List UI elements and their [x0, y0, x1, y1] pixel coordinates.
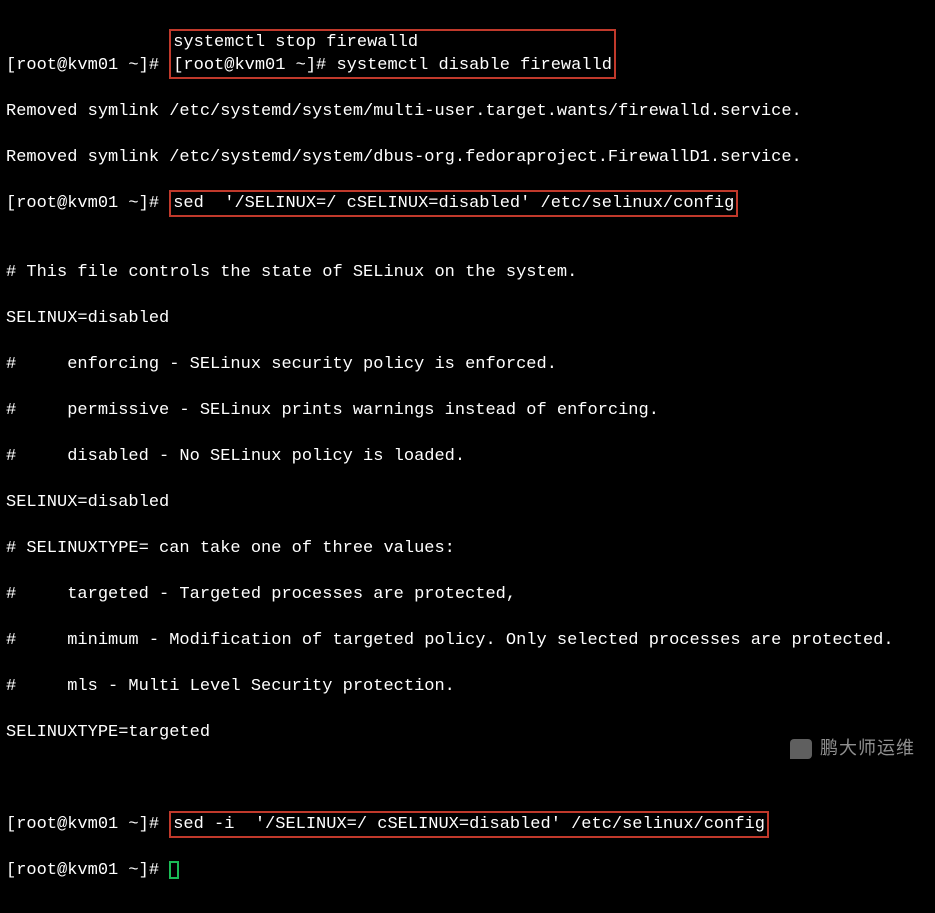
watermark-text: 鹏大师运维: [820, 737, 915, 760]
prompt-line: [root@kvm01 ~]# sed -i '/SELINUX=/ cSELI…: [6, 813, 929, 836]
command-highlight-3: sed -i '/SELINUX=/ cSELINUX=disabled' /e…: [169, 811, 769, 838]
shell-prompt: [root@kvm01 ~]#: [6, 815, 169, 834]
output-line: # minimum - Modification of targeted pol…: [6, 629, 929, 652]
output-line: # permissive - SELinux prints warnings i…: [6, 399, 929, 422]
output-line: # SELINUXTYPE= can take one of three val…: [6, 537, 929, 560]
output-line: # enforcing - SELinux security policy is…: [6, 353, 929, 376]
output-line: # disabled - No SELinux policy is loaded…: [6, 445, 929, 468]
output-line: SELINUX=disabled: [6, 491, 929, 514]
output-line: # This file controls the state of SELinu…: [6, 261, 929, 284]
prompt-line: [root@kvm01 ~]#: [6, 859, 929, 882]
output-line: Removed symlink /etc/systemd/system/dbus…: [6, 146, 929, 169]
shell-prompt: [root@kvm01 ~]#: [6, 194, 169, 213]
shell-prompt: [root@kvm01 ~]#: [173, 56, 336, 75]
command-highlight-1: systemctl stop firewalld [root@kvm01 ~]#…: [169, 29, 616, 79]
cmd-stop-firewalld: systemctl stop firewalld: [173, 33, 418, 52]
shell-prompt: [root@kvm01 ~]#: [6, 861, 169, 880]
prompt-line: [root@kvm01 ~]# systemctl stop firewalld…: [6, 31, 929, 77]
command-highlight-2: sed '/SELINUX=/ cSELINUX=disabled' /etc/…: [169, 190, 738, 217]
output-line: # mls - Multi Level Security protection.: [6, 675, 929, 698]
shell-prompt: [root@kvm01 ~]#: [6, 56, 169, 75]
output-line: SELINUX=disabled: [6, 307, 929, 330]
cmd-sed-inplace: sed -i '/SELINUX=/ cSELINUX=disabled' /e…: [173, 815, 765, 834]
watermark: 鹏大师运维: [790, 737, 915, 760]
output-line: Removed symlink /etc/systemd/system/mult…: [6, 100, 929, 123]
cmd-disable-firewalld: systemctl disable firewalld: [336, 56, 611, 75]
terminal-output[interactable]: [root@kvm01 ~]# systemctl stop firewalld…: [0, 0, 935, 913]
cmd-sed-preview: sed '/SELINUX=/ cSELINUX=disabled' /etc/…: [173, 194, 734, 213]
output-line: # targeted - Targeted processes are prot…: [6, 583, 929, 606]
wechat-icon: [790, 739, 812, 759]
prompt-line: [root@kvm01 ~]# sed '/SELINUX=/ cSELINUX…: [6, 192, 929, 215]
cursor-icon: [169, 861, 179, 879]
